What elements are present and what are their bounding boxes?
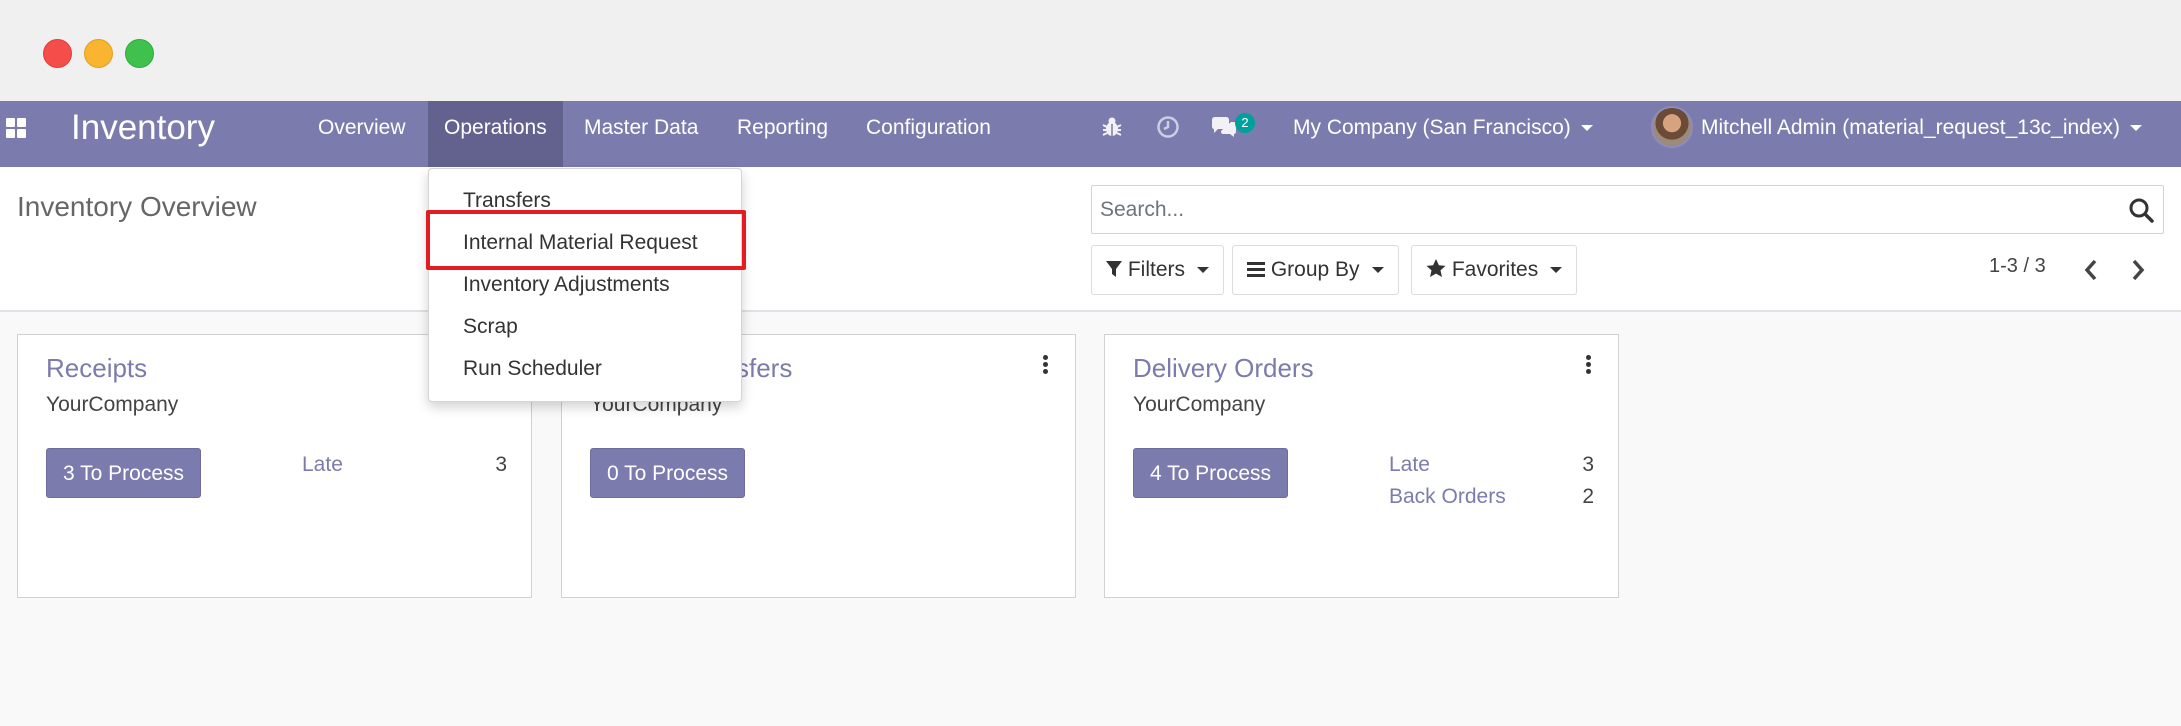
card-company: YourCompany — [1133, 393, 1266, 416]
list-icon — [1247, 262, 1265, 277]
chevron-down-icon — [1371, 267, 1384, 274]
card-company: YourCompany — [46, 393, 179, 416]
late-link[interactable]: Late — [1389, 453, 1430, 477]
dropdown-item-inventory-adjustments[interactable]: Inventory Adjustments — [463, 273, 670, 297]
back-orders-count: 2 — [1582, 485, 1594, 508]
menu-master-data[interactable]: Master Data — [568, 101, 714, 167]
menu-reporting[interactable]: Reporting — [721, 101, 844, 167]
chevron-down-icon — [1580, 125, 1593, 132]
favorites-label: Favorites — [1451, 258, 1539, 281]
card-title[interactable]: Receipts — [46, 353, 147, 384]
chevron-down-icon — [1197, 267, 1210, 274]
operations-dropdown: Transfers Internal Material Request Inve… — [428, 168, 742, 402]
kebab-menu-icon[interactable] — [1043, 355, 1049, 374]
card-title[interactable]: Delivery Orders — [1133, 353, 1314, 384]
dropdown-item-scrap[interactable]: Scrap — [463, 315, 518, 339]
menu-overview[interactable]: Overview — [302, 101, 422, 167]
to-process-button[interactable]: 0 To Process — [590, 448, 746, 498]
menu-configuration[interactable]: Configuration — [850, 101, 1007, 167]
user-avatar[interactable] — [1651, 106, 1693, 148]
filter-icon — [1106, 261, 1122, 277]
kebab-menu-icon[interactable] — [1586, 355, 1592, 374]
star-icon — [1426, 259, 1446, 277]
search-icon[interactable] — [2128, 197, 2154, 223]
late-count: 3 — [1582, 453, 1594, 476]
filters-button[interactable]: Filters — [1091, 245, 1225, 295]
back-orders-link[interactable]: Back Orders — [1389, 485, 1506, 509]
chevron-down-icon — [1550, 267, 1563, 274]
kanban-card-delivery-orders[interactable]: Delivery Orders YourCompany 4 To Process… — [1104, 334, 1619, 598]
group-by-button[interactable]: Group By — [1232, 245, 1399, 295]
apps-grid-icon[interactable] — [6, 118, 28, 140]
close-window-button[interactable] — [43, 39, 72, 68]
favorites-button[interactable]: Favorites — [1411, 245, 1578, 295]
company-name: My Company (San Francisco) — [1293, 116, 1571, 139]
user-menu[interactable]: Mitchell Admin (material_request_13c_ind… — [1701, 101, 2143, 155]
company-switcher[interactable]: My Company (San Francisco) — [1293, 101, 1593, 155]
late-count: 3 — [495, 453, 507, 476]
chat-icon[interactable] — [1210, 116, 1238, 140]
maximize-window-button[interactable] — [125, 39, 154, 68]
chevron-right-icon[interactable] — [2127, 257, 2149, 283]
search-bar[interactable] — [1091, 185, 2164, 234]
late-link[interactable]: Late — [302, 453, 343, 477]
to-process-button[interactable]: 3 To Process — [46, 448, 202, 498]
to-process-button[interactable]: 4 To Process — [1133, 448, 1289, 498]
window-titlebar — [0, 0, 2181, 101]
search-input[interactable] — [1100, 186, 2100, 233]
user-name: Mitchell Admin (material_request_13c_ind… — [1701, 116, 2121, 139]
dropdown-item-run-scheduler[interactable]: Run Scheduler — [463, 357, 602, 381]
filters-label: Filters — [1127, 258, 1186, 281]
pager-value[interactable]: 1-3 / 3 — [1989, 255, 2046, 278]
minimize-window-button[interactable] — [84, 39, 113, 68]
chevron-left-icon[interactable] — [2080, 257, 2102, 283]
messages-badge: 2 — [1235, 113, 1255, 133]
page-title: Inventory Overview — [17, 191, 257, 222]
menu-operations[interactable]: Operations — [428, 101, 563, 167]
clock-icon[interactable] — [1156, 115, 1180, 139]
group-by-label: Group By — [1270, 258, 1360, 281]
app-brand[interactable]: Inventory — [71, 106, 215, 150]
highlight-annotation-box — [426, 210, 746, 270]
bug-icon[interactable] — [1100, 115, 1124, 139]
chevron-down-icon — [2130, 125, 2143, 132]
